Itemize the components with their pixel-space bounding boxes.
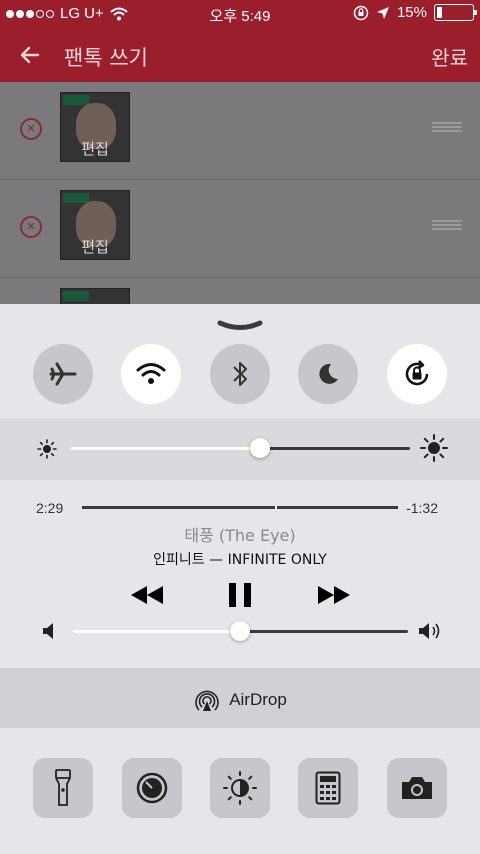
battery-icon [434,4,477,21]
night-shift-icon [223,771,257,805]
wifi-toggle[interactable] [121,344,181,404]
airdrop-button[interactable]: AirDrop [0,668,480,728]
photo-thumbnail[interactable]: 편집 [60,92,130,162]
brightness-high-icon [420,434,448,462]
elapsed-time: 2:29 [36,500,64,516]
night-shift-button[interactable] [210,758,270,818]
remaining-time: -1:32 [406,500,438,516]
rotation-lock-status-icon [353,5,369,20]
page-title: 팬톡 쓰기 [64,46,148,70]
brightness-fill [70,447,261,450]
battery-percent: 15% [396,4,427,21]
playback-scrubber[interactable] [82,505,398,510]
playback-position-marker[interactable] [274,505,277,510]
flashlight-button[interactable] [33,758,93,818]
airplane-icon [49,362,77,386]
artist-album: 인피니트 — INFINITE ONLY [153,552,327,568]
brightness-low-icon [37,439,57,459]
volume-low-icon [43,623,53,639]
done-button[interactable]: 완료 [431,42,468,71]
timer-icon [136,772,168,804]
bluetooth-toggle[interactable] [210,344,270,404]
battery-fill [437,7,443,18]
brightness-knob[interactable] [250,438,271,458]
volume-fill [72,630,240,633]
rotation-lock-icon [405,360,429,386]
calculator-button[interactable] [298,758,358,818]
remove-icon[interactable]: × [20,216,42,238]
brightness-slider[interactable] [70,438,410,458]
pause-button[interactable] [227,580,253,610]
moon-icon [319,363,338,384]
camera-icon [402,777,432,799]
flashlight-icon [55,769,71,806]
status-right: 15% [353,4,477,21]
toggle-row [0,344,480,404]
airplane-mode-toggle[interactable] [33,344,93,404]
do-not-disturb-toggle[interactable] [298,344,358,404]
grabber-chevron-icon[interactable] [216,320,264,332]
rotation-lock-toggle[interactable] [387,344,447,404]
bluetooth-icon [233,362,247,386]
volume-knob[interactable] [230,621,250,641]
camera-button[interactable] [387,758,447,818]
reorder-handle-icon[interactable] [432,220,462,230]
calculator-icon [315,771,341,805]
brightness-section [0,418,480,480]
back-arrow-icon[interactable] [16,41,44,69]
airdrop-icon [195,690,219,711]
reorder-handle-icon[interactable] [432,122,462,132]
timer-button[interactable] [122,758,182,818]
tools-row [0,728,480,854]
remove-icon[interactable]: × [20,118,42,140]
rewind-button[interactable] [128,580,166,610]
airdrop-label: AirDrop [229,690,287,709]
location-arrow-icon [376,6,389,19]
volume-slider[interactable] [72,621,408,641]
edit-label[interactable]: 편집 [61,236,129,257]
control-center: 2:29 -1:32 태풍 (The Eye) 인피니트 — INFINITE … [0,304,480,854]
volume-high-icon [419,623,440,639]
song-title: 태풍 (The Eye) [184,526,296,545]
status-bar: LG U+ 오후 5:49 15% [0,0,480,28]
app-navbar: 팬톡 쓰기 완료 [0,28,480,82]
list-item: × 편집 [0,180,480,278]
photo-thumbnail[interactable]: 편집 [60,190,130,260]
edit-label[interactable]: 편집 [61,138,129,159]
list-item: × 편집 [0,82,480,180]
fast-forward-button[interactable] [315,580,353,610]
photo-list: × 편집 × 편집 [0,82,480,358]
wifi-icon [136,363,166,384]
